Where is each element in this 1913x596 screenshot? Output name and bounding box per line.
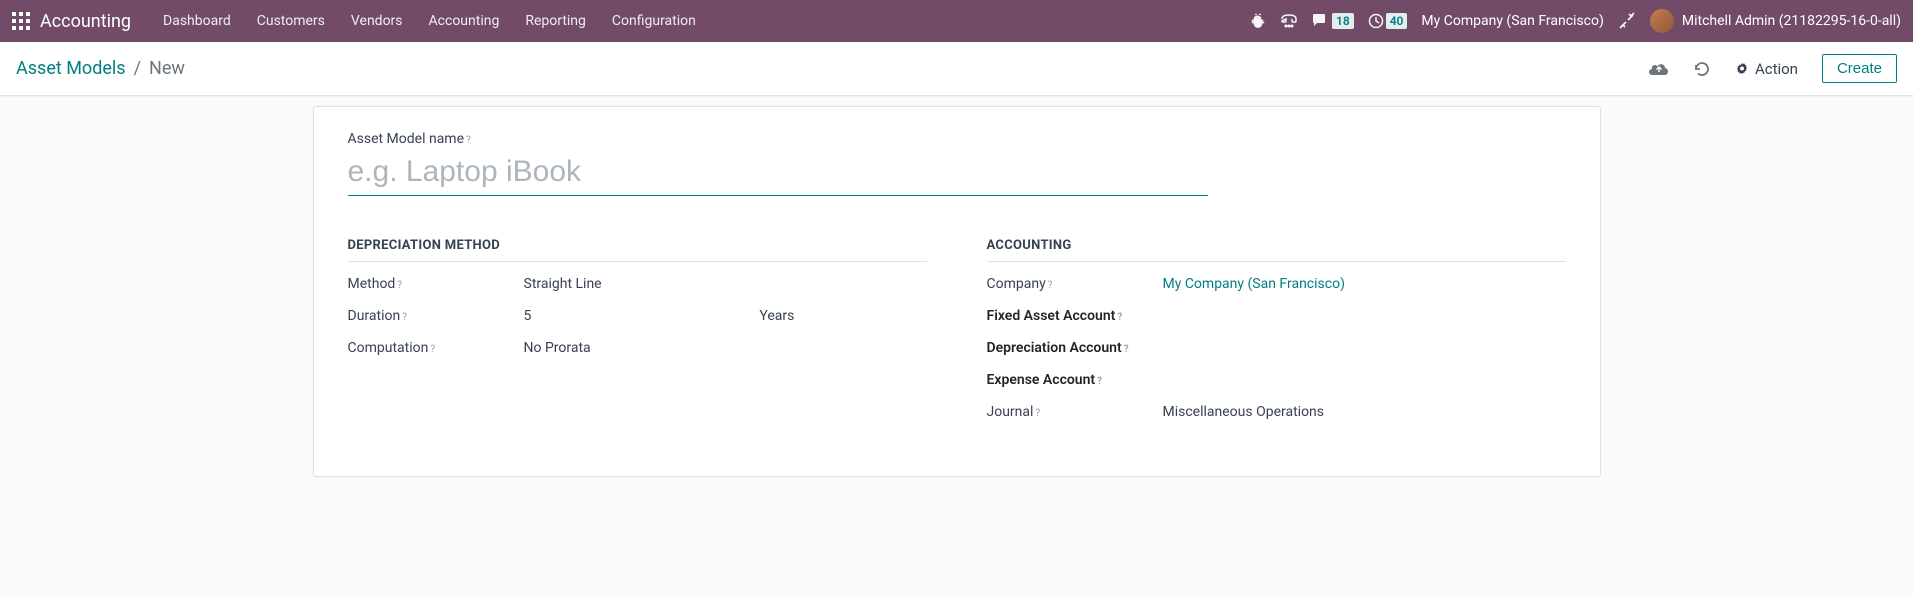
tools-icon[interactable] [1618,12,1636,30]
asset-model-name-input[interactable] [348,151,1208,196]
group-title-depreciation: DEPRECIATION METHOD [348,238,927,262]
field-label-computation: Computation ? [348,340,516,356]
breadcrumb-separator: / [134,58,141,79]
field-label-expense-account: Expense Account ? [987,372,1155,388]
nav-link-customers[interactable]: Customers [245,7,337,35]
control-bar-actions: Action Create [1649,54,1897,83]
user-name: Mitchell Admin (21182295-16-0-all) [1682,13,1901,29]
apps-icon[interactable] [12,12,30,30]
company-selector[interactable]: My Company (San Francisco) [1421,13,1603,29]
expense-acct-label-text: Expense Account [987,372,1096,388]
field-duration: Duration ? 5 Years [348,308,927,324]
field-expense-account: Expense Account ? [987,372,1566,388]
title-field-label: Asset Model name ? [348,131,1566,147]
cloud-save-icon[interactable] [1649,61,1669,77]
field-company: Company ? My Company (San Francisco) [987,276,1566,292]
messages-icon[interactable]: 18 [1312,13,1354,29]
group-title-accounting: ACCOUNTING [987,238,1566,262]
journal-value[interactable]: Miscellaneous Operations [1163,404,1325,420]
nav-right: 18 40 My Company (San Francisco) Mitchel… [1250,9,1901,33]
field-label-fixed-asset: Fixed Asset Account ? [987,308,1155,324]
nav-link-reporting[interactable]: Reporting [513,7,598,35]
activities-icon[interactable]: 40 [1368,13,1408,29]
method-value[interactable]: Straight Line [524,276,602,292]
discard-icon[interactable] [1693,60,1711,78]
field-depreciation-account: Depreciation Account ? [987,340,1566,356]
field-method: Method ? Straight Line [348,276,927,292]
form-groups: DEPRECIATION METHOD Method ? Straight Li… [348,238,1566,436]
bug-icon[interactable] [1250,13,1266,29]
duration-unit[interactable]: Years [759,308,794,324]
field-fixed-asset-account: Fixed Asset Account ? [987,308,1566,324]
create-button[interactable]: Create [1822,54,1897,83]
nav-link-vendors[interactable]: Vendors [339,7,415,35]
user-menu[interactable]: Mitchell Admin (21182295-16-0-all) [1650,9,1901,33]
fixed-asset-label-text: Fixed Asset Account [987,308,1116,324]
app-brand[interactable]: Accounting [40,11,131,32]
field-computation: Computation ? No Prorata [348,340,927,356]
breadcrumb-current: New [149,58,185,79]
field-label-duration: Duration ? [348,308,516,324]
action-dropdown[interactable]: Action [1735,60,1798,78]
nav-link-accounting[interactable]: Accounting [417,7,512,35]
field-label-journal: Journal ? [987,404,1155,420]
nav-link-configuration[interactable]: Configuration [600,7,708,35]
group-depreciation: DEPRECIATION METHOD Method ? Straight Li… [348,238,927,436]
form-wrap: Asset Model name ? DEPRECIATION METHOD M… [0,106,1913,477]
field-label-method: Method ? [348,276,516,292]
help-icon[interactable]: ? [430,344,435,355]
help-icon[interactable]: ? [466,135,471,146]
duration-label-text: Duration [348,308,401,324]
help-icon[interactable]: ? [1097,376,1102,387]
help-icon[interactable]: ? [1035,408,1040,419]
breadcrumb: Asset Models / New [16,58,185,79]
phone-icon[interactable] [1280,13,1298,29]
group-accounting: ACCOUNTING Company ? My Company (San Fra… [987,238,1566,436]
field-label-company: Company ? [987,276,1155,292]
company-label-text: Company [987,276,1046,292]
form-sheet: Asset Model name ? DEPRECIATION METHOD M… [313,106,1601,477]
breadcrumb-parent[interactable]: Asset Models [16,58,126,79]
computation-value[interactable]: No Prorata [524,340,591,356]
field-journal: Journal ? Miscellaneous Operations [987,404,1566,420]
avatar [1650,9,1674,33]
activities-badge: 40 [1386,13,1408,29]
help-icon[interactable]: ? [397,280,402,291]
help-icon[interactable]: ? [1117,312,1122,323]
control-bar: Asset Models / New Action Create [0,42,1913,96]
nav-links: Dashboard Customers Vendors Accounting R… [151,7,1244,35]
nav-link-dashboard[interactable]: Dashboard [151,7,243,35]
journal-label-text: Journal [987,404,1034,420]
messages-badge: 18 [1332,13,1354,29]
computation-label-text: Computation [348,340,429,356]
duration-value[interactable]: 5 [524,308,532,324]
top-nav: Accounting Dashboard Customers Vendors A… [0,0,1913,42]
help-icon[interactable]: ? [402,312,407,323]
help-icon[interactable]: ? [1048,280,1053,291]
title-label-text: Asset Model name [348,131,465,147]
depreciation-acct-label-text: Depreciation Account [987,340,1122,356]
action-label: Action [1755,60,1798,78]
company-value[interactable]: My Company (San Francisco) [1163,276,1345,292]
method-label-text: Method [348,276,396,292]
help-icon[interactable]: ? [1124,344,1129,355]
field-label-depreciation-account: Depreciation Account ? [987,340,1155,356]
